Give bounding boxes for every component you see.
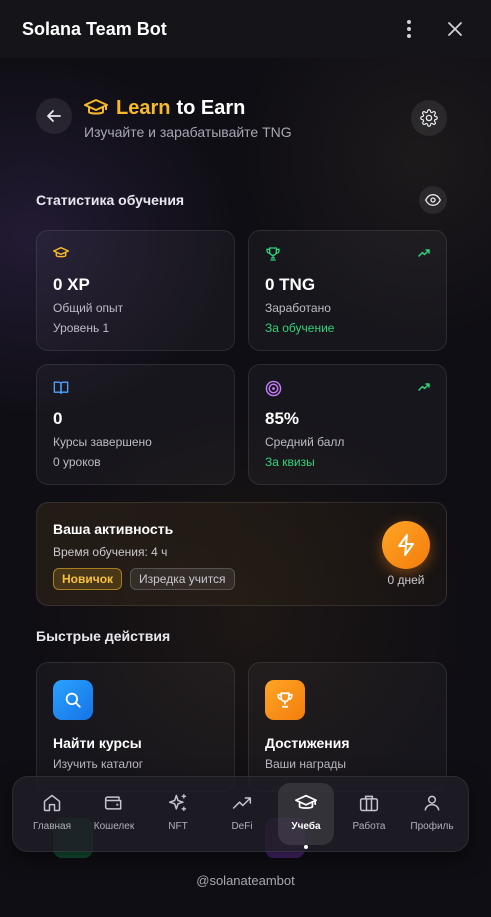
more-vertical-icon[interactable] (395, 15, 423, 43)
graduation-cap-icon (295, 793, 317, 813)
trophy-icon (265, 246, 281, 262)
title-accent: Learn (116, 96, 171, 119)
tab-label: Профиль (410, 821, 454, 832)
graduation-cap-icon (53, 246, 69, 260)
level-badge: Новичок (53, 568, 123, 590)
tab-nft[interactable]: NFT (148, 777, 208, 853)
tab-defi[interactable]: DeFi (212, 777, 272, 853)
page-subtitle: Изучайте и зарабатывайте TNG (84, 124, 292, 140)
stat-card-earned: 0 TNG Заработано За обучение (248, 230, 447, 351)
sparkles-icon (168, 793, 188, 813)
window-title: Solana Team Bot (22, 18, 167, 39)
tab-label: Работа (352, 821, 386, 832)
close-icon[interactable] (441, 15, 469, 43)
qa-title: Найти курсы (53, 735, 142, 751)
briefcase-icon (359, 793, 379, 813)
tab-label: Кошелек (93, 821, 135, 832)
search-icon (53, 680, 93, 720)
trending-up-icon (418, 383, 430, 391)
settings-button[interactable] (411, 100, 447, 136)
window-titlebar: Solana Team Bot (0, 0, 491, 58)
tab-wallet[interactable]: Кошелек (84, 777, 144, 853)
arrow-left-icon (47, 110, 61, 122)
frequency-badge: Изредка учится (130, 568, 235, 590)
bottom-nav: Главная Кошелек NFT DeFi Учеба Работа Пр… (12, 776, 469, 852)
stat-sub: 0 уроков (53, 455, 101, 469)
stat-card-xp: 0 XP Общий опыт Уровень 1 (36, 230, 235, 351)
stats-section-title: Статистика обучения (36, 192, 185, 208)
user-icon (422, 793, 442, 813)
stat-sub: За обучение (265, 321, 335, 335)
stat-label: Общий опыт (53, 301, 124, 315)
active-indicator (304, 845, 308, 849)
stat-sub: За квизы (265, 455, 315, 469)
qa-sub: Ваши награды (265, 757, 346, 771)
tab-label: Учеба (291, 821, 321, 832)
stat-value: 0 TNG (265, 275, 316, 294)
book-open-icon (53, 380, 69, 395)
tab-home[interactable]: Главная (22, 777, 82, 853)
wallet-icon (104, 793, 124, 813)
eye-icon (425, 193, 441, 207)
stat-label: Средний балл (265, 435, 345, 449)
back-button[interactable] (36, 98, 72, 134)
page-header: Learn to Earn Изучайте и зарабатывайте T… (36, 94, 447, 154)
qa-title: Достижения (265, 735, 350, 751)
tab-label: Главная (32, 821, 72, 832)
qa-sub: Изучить каталог (53, 757, 144, 771)
stat-label: Заработано (265, 301, 331, 315)
stat-value: 85% (265, 409, 300, 428)
stat-value: 0 XP (53, 275, 90, 294)
graduation-cap-icon (84, 98, 108, 118)
trending-up-icon (418, 249, 430, 257)
trending-up-icon (232, 793, 252, 813)
stat-card-courses: 0 Курсы завершено 0 уроков (36, 364, 235, 485)
tab-profile[interactable]: Профиль (402, 777, 462, 853)
streak-days: 0 дней (387, 573, 425, 587)
activity-time: Время обучения: 4 ч (53, 545, 168, 559)
page-content: Learn to Earn Изучайте и зарабатывайте T… (0, 58, 491, 917)
lightning-icon (382, 521, 430, 569)
quick-actions-title: Быстрые действия (36, 628, 171, 644)
stat-label: Курсы завершено (53, 435, 152, 449)
bot-handle: @solanateambot (196, 873, 295, 888)
achievements-card[interactable]: Достижения Ваши награды (248, 662, 447, 792)
activity-title: Ваша активность (53, 521, 174, 537)
stat-value: 0 (53, 409, 63, 428)
page-title: Learn to Earn (84, 94, 245, 122)
find-courses-card[interactable]: Найти курсы Изучить каталог (36, 662, 235, 792)
activity-card: Ваша активность Время обучения: 4 ч Нови… (36, 502, 447, 606)
stat-card-score: 85% Средний балл За квизы (248, 364, 447, 485)
tab-label: NFT (168, 821, 188, 832)
stat-sub: Уровень 1 (53, 321, 110, 335)
tab-learn[interactable]: Учеба (276, 777, 336, 853)
target-icon (265, 380, 282, 397)
title-rest: to Earn (176, 96, 246, 119)
toggle-visibility-button[interactable] (419, 186, 447, 214)
gear-icon (420, 109, 438, 127)
home-icon (42, 793, 62, 813)
tab-label: DeFi (231, 821, 253, 832)
trophy-icon (265, 680, 305, 720)
tab-work[interactable]: Работа (339, 777, 399, 853)
